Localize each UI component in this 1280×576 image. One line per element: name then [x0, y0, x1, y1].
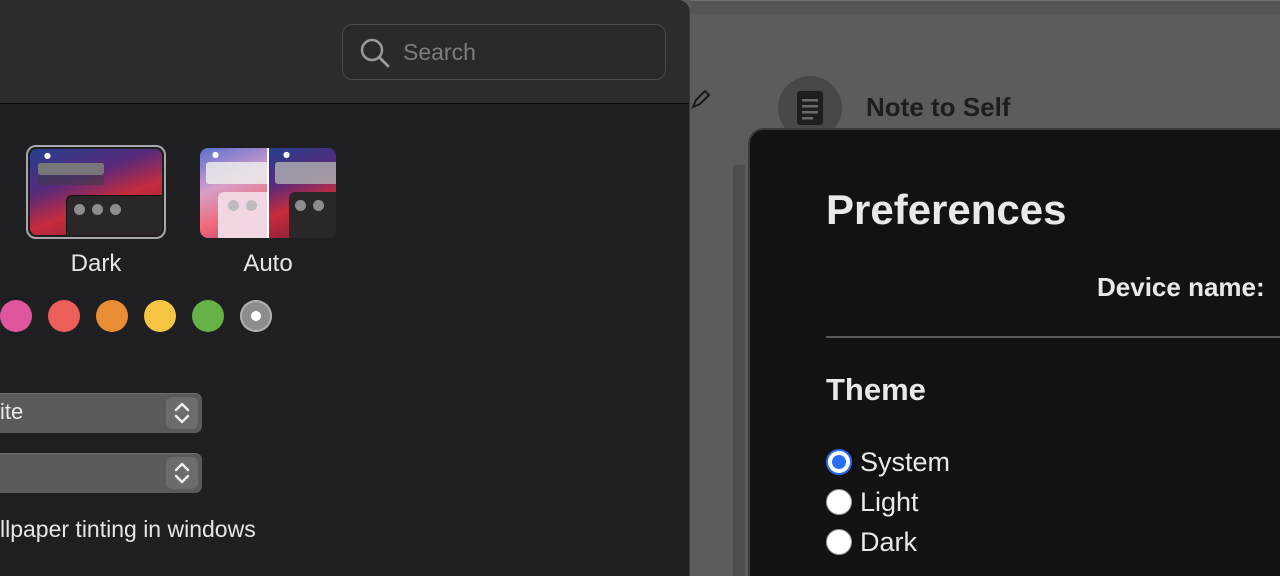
appearance-dark-label[interactable]: Dark [26, 250, 166, 278]
compose-pencil-icon[interactable] [690, 88, 712, 110]
preferences-title: Preferences [826, 186, 1067, 233]
apple-logo-icon: ● [44, 151, 51, 160]
system-preferences-window: ● Dark ● ● Auto ite [0, 0, 690, 576]
mini-window [38, 163, 104, 185]
highlight-color-value: ite [0, 399, 24, 424]
mini-traffic-dot [313, 200, 324, 211]
theme-option-label: Dark [860, 526, 918, 557]
background-titlebar [690, 0, 1280, 14]
theme-option-dark[interactable]: Dark [826, 526, 917, 558]
mini-dark-window [289, 192, 336, 238]
mini-traffic-dot [110, 204, 121, 215]
appearance-dark-thumbnail[interactable]: ● [26, 145, 166, 239]
theme-system-radio[interactable] [826, 449, 852, 475]
background-scroll-strip [733, 165, 745, 576]
accent-color-orange[interactable] [96, 300, 128, 332]
auto-light-half: ● [200, 148, 278, 238]
mini-traffic-dot [246, 200, 257, 211]
sidebar-icon-size-popup[interactable] [0, 453, 202, 493]
mini-traffic-dot [295, 200, 306, 211]
theme-option-label: Light [860, 486, 919, 517]
theme-option-label: System [860, 446, 951, 477]
accent-color-pink[interactable] [0, 300, 32, 332]
search-icon [359, 37, 391, 73]
theme-heading: Theme [826, 372, 926, 407]
theme-option-light[interactable]: Light [826, 486, 919, 518]
conversation-title[interactable]: Note to Self [866, 92, 1010, 123]
wallpaper-tinting-label[interactable]: llpaper tinting in windows [0, 516, 256, 543]
accent-color-red[interactable] [48, 300, 80, 332]
popup-stepper-icon [166, 397, 198, 429]
appearance-auto-thumbnail[interactable]: ● ● [200, 148, 336, 238]
theme-dark-radio[interactable] [826, 529, 852, 555]
accent-color-yellow[interactable] [144, 300, 176, 332]
highlight-color-popup[interactable]: ite [0, 393, 202, 433]
theme-option-system[interactable]: System [826, 446, 950, 478]
auto-divider [267, 148, 269, 238]
accent-color-graphite[interactable] [240, 300, 272, 332]
search-input[interactable] [403, 37, 653, 67]
search-field[interactable] [342, 24, 666, 80]
mini-dark-window [66, 195, 162, 235]
window-toolbar [0, 0, 689, 104]
note-document-icon [797, 91, 823, 125]
mini-traffic-dot [228, 200, 239, 211]
mini-traffic-dot [92, 204, 103, 215]
apple-logo-icon: ● [212, 150, 219, 159]
mini-window [206, 162, 270, 184]
appearance-auto-label[interactable]: Auto [198, 250, 338, 278]
section-divider [826, 336, 1280, 338]
preferences-panel: Preferences Device name: Theme System Li… [748, 128, 1280, 576]
auto-dark-half: ● [269, 148, 336, 238]
device-name-label: Device name: [1097, 272, 1265, 302]
mini-traffic-dot [74, 204, 85, 215]
apple-logo-icon: ● [283, 150, 290, 159]
theme-light-radio[interactable] [826, 489, 852, 515]
mini-window [275, 162, 336, 184]
popup-stepper-icon [166, 457, 198, 489]
accent-color-green[interactable] [192, 300, 224, 332]
